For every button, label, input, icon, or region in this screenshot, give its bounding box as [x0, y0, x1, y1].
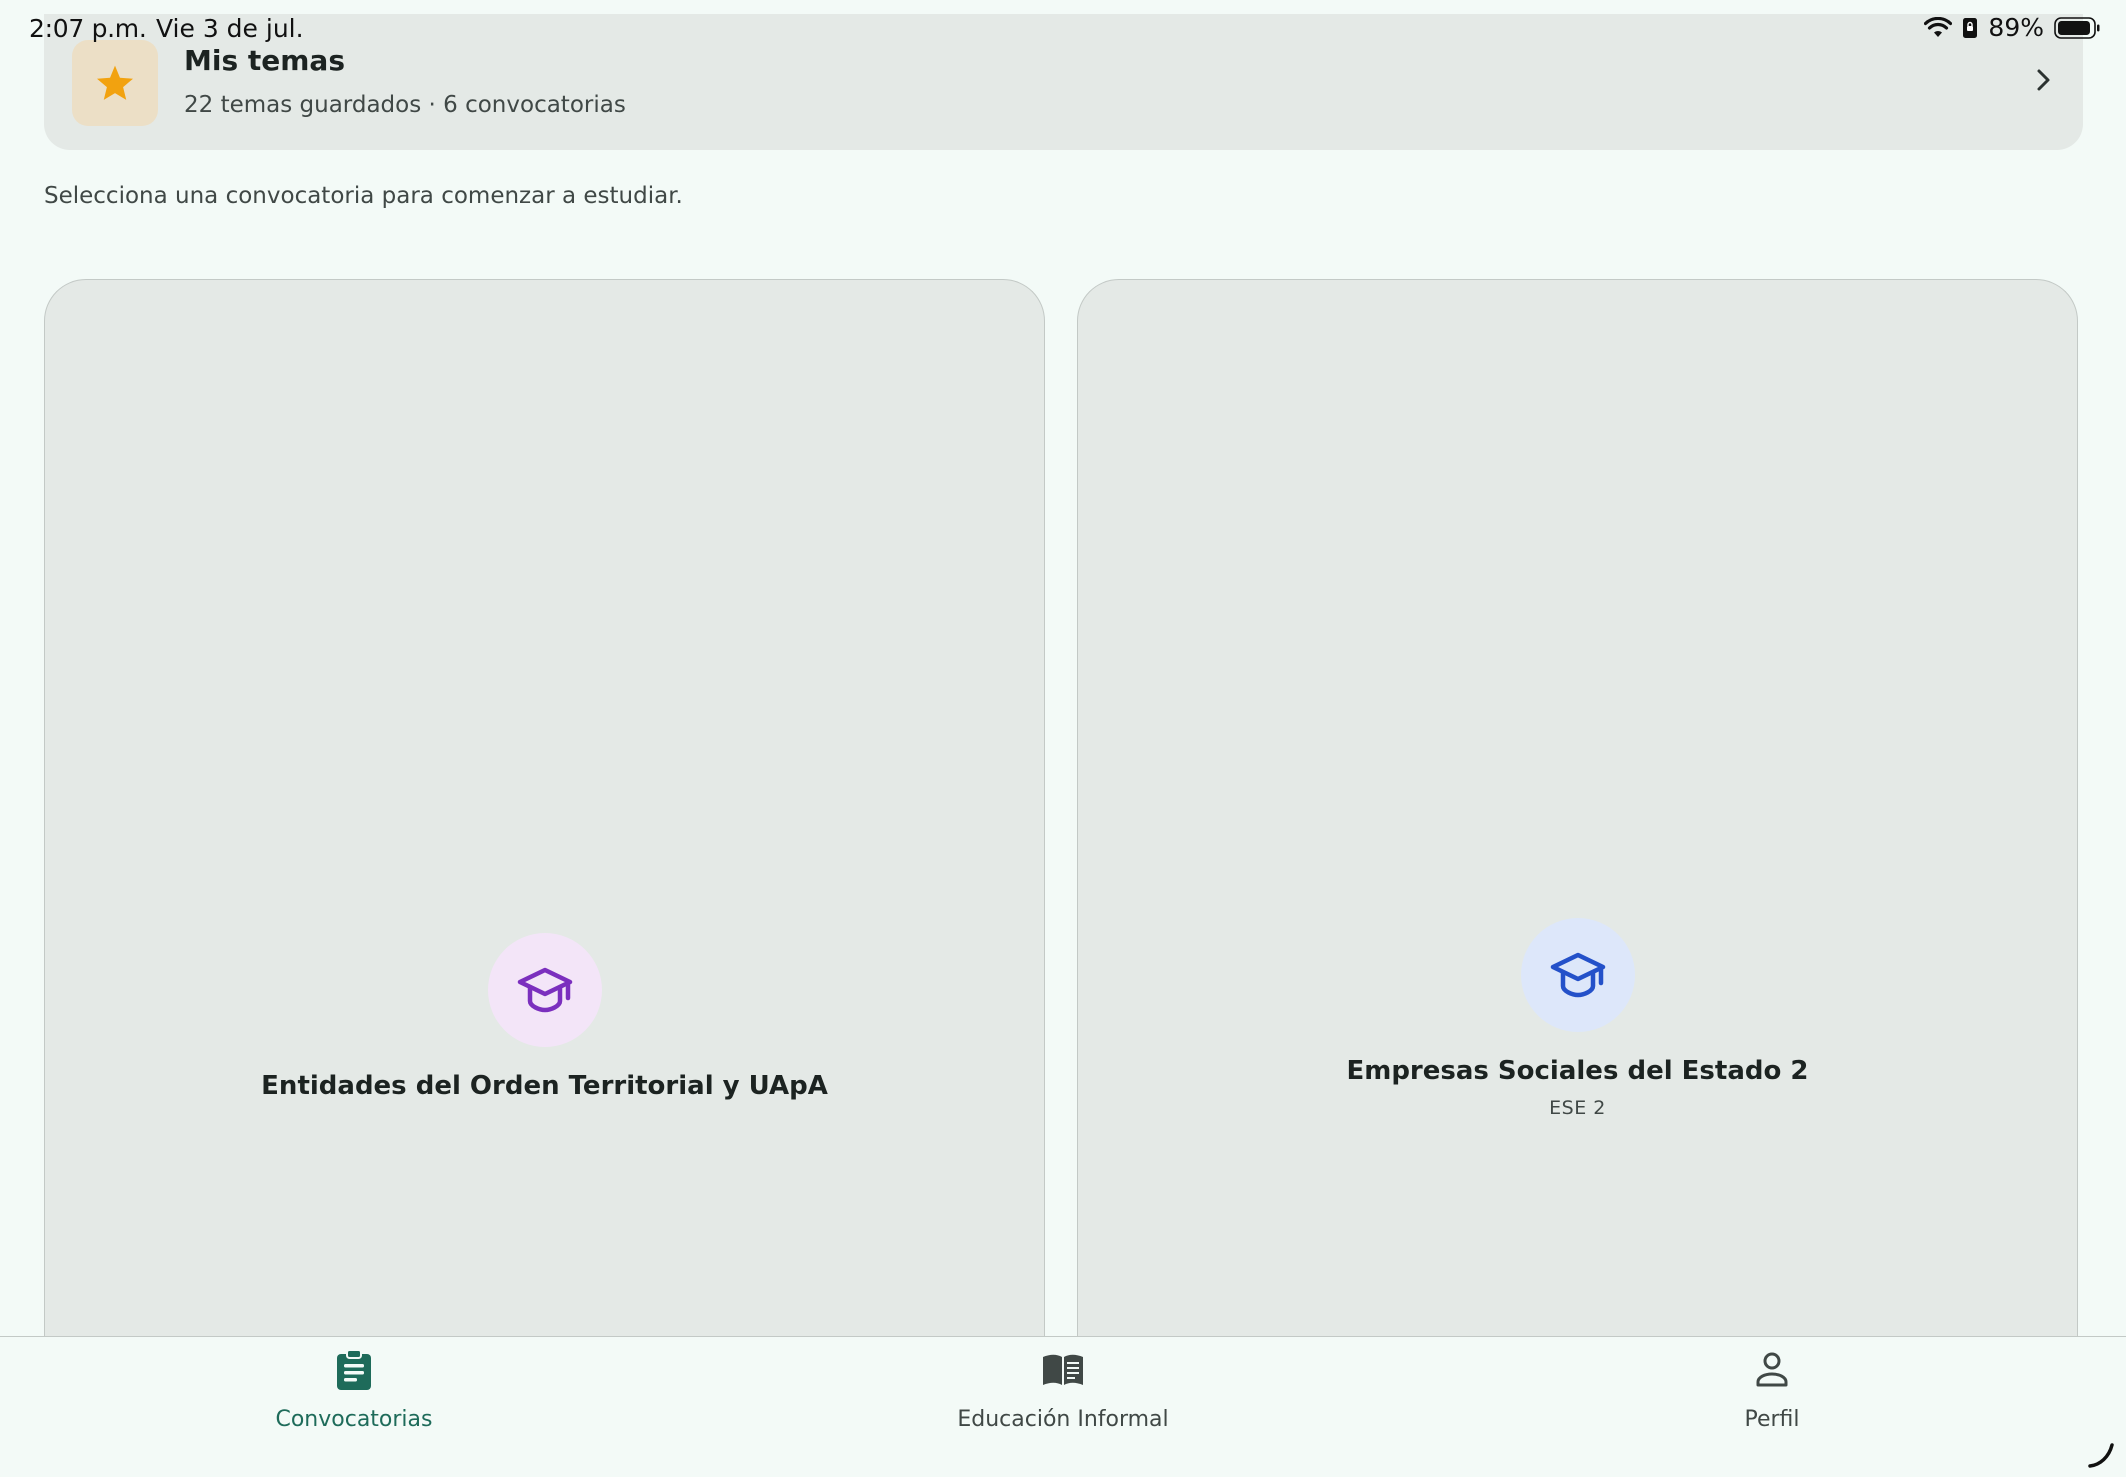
nav-label: Perfil — [1744, 1407, 1800, 1432]
card-icon-circle — [487, 933, 602, 1047]
status-date: Vie 3 de jul. — [156, 14, 304, 43]
book-icon — [1043, 1354, 1083, 1385]
status-bar: 2:07 p.m. Vie 3 de jul. 89% — [0, 0, 2126, 58]
convocatoria-card-ese2[interactable]: Empresas Sociales del Estado 2 ESE 2 — [1077, 279, 2078, 1339]
bottom-navigation: Convocatorias Educación Informal Perfil — [0, 1336, 2126, 1477]
clipboard-icon — [337, 1349, 371, 1390]
wifi-icon — [1924, 16, 1953, 39]
orientation-lock-icon — [1962, 17, 1978, 39]
nav-label: Convocatorias — [275, 1407, 433, 1432]
intro-text: Selecciona una convocatoria para comenza… — [44, 183, 683, 209]
graduation-cap-icon — [1550, 952, 1605, 998]
card-icon-circle — [1520, 918, 1635, 1032]
nav-educacion-informal[interactable]: Educación Informal — [863, 1347, 1263, 1447]
convocatoria-card-territorial[interactable]: Entidades del Orden Territorial y UApA — [44, 279, 1045, 1339]
chevron-right-icon — [2037, 69, 2050, 91]
nav-perfil[interactable]: Perfil — [1572, 1347, 1972, 1447]
status-indicators: 89% — [1924, 13, 2100, 42]
nav-convocatorias[interactable]: Convocatorias — [154, 1347, 554, 1447]
card-title: Empresas Sociales del Estado 2 — [1346, 1056, 1809, 1086]
card-code: ESE 2 — [1549, 1097, 1606, 1119]
battery-icon — [2054, 16, 2100, 39]
status-time: 2:07 p.m. — [29, 14, 147, 43]
mis-temas-subtitle: 22 temas guardados · 6 convocatorias — [184, 92, 626, 118]
graduation-cap-icon — [517, 967, 572, 1013]
nav-label: Educación Informal — [957, 1407, 1169, 1432]
person-icon — [1756, 1352, 1788, 1387]
star-icon — [96, 65, 134, 100]
resize-handle-icon — [2088, 1443, 2114, 1468]
card-title: Entidades del Orden Territorial y UApA — [261, 1071, 828, 1101]
battery-percent: 89% — [1988, 13, 2044, 42]
